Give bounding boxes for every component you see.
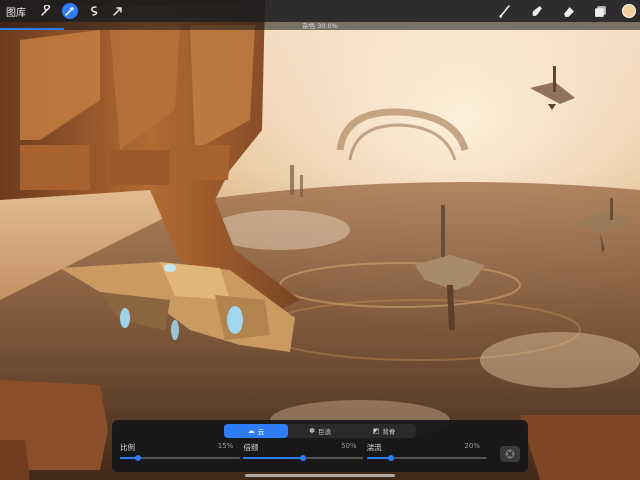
color-picker-swatch[interactable]	[622, 4, 636, 18]
smudge-icon[interactable]	[528, 3, 544, 19]
noise-type-tabs: ☁ 云 ✽ 巨浪 ◩ 背脊	[224, 424, 416, 438]
slider-knob[interactable]	[387, 455, 394, 461]
slider-value: 20%	[464, 442, 480, 450]
cloud-icon: ☁	[247, 427, 255, 435]
eraser-icon[interactable]	[560, 3, 576, 19]
ridge-icon: ◩	[372, 427, 380, 435]
slider-knob[interactable]	[300, 455, 307, 461]
slider-value: 15%	[217, 442, 234, 450]
slider-fill	[243, 457, 304, 459]
tab-cloud[interactable]: ☁ 云	[224, 424, 288, 438]
slider-label: 湍流	[366, 443, 382, 452]
wrench-icon[interactable]	[38, 3, 54, 19]
drawing-canvas[interactable]	[0, 0, 640, 480]
transform-arrow-icon[interactable]	[110, 3, 126, 19]
tab-label: 云	[257, 428, 265, 436]
status-text: 杂色 30.0%	[302, 22, 338, 30]
tab-ridge[interactable]: ◩ 背脊	[352, 424, 416, 438]
brush-icon[interactable]	[496, 3, 512, 19]
home-indicator	[245, 474, 395, 477]
tab-billow[interactable]: ✽ 巨浪	[288, 424, 352, 438]
selection-icon[interactable]	[86, 3, 102, 19]
slider-group: 比例 15% 倍频 50% 湍流 20%	[120, 442, 490, 464]
status-bar: 杂色 30.0%	[0, 22, 640, 30]
slider-label: 倍频	[243, 443, 259, 452]
tab-label: 巨浪	[317, 428, 331, 436]
slider-track[interactable]	[243, 455, 364, 461]
slider-label: 比例	[120, 443, 135, 452]
noise-adjustment-panel: ☁ 云 ✽ 巨浪 ◩ 背脊 比例 15% 倍频 50% 湍流 20%	[112, 420, 528, 472]
reset-button[interactable]	[500, 446, 520, 462]
slider-turbulence[interactable]: 湍流 20%	[366, 442, 487, 464]
slider-track[interactable]	[120, 455, 240, 461]
tab-label: 背脊	[382, 428, 396, 436]
progress-bar	[0, 28, 64, 30]
slider-knob[interactable]	[135, 455, 141, 461]
magic-wand-icon[interactable]	[62, 3, 78, 19]
slider-octaves[interactable]: 倍频 50%	[243, 442, 364, 464]
top-toolbar: 图库	[0, 0, 640, 22]
slider-scale[interactable]: 比例 15%	[120, 442, 240, 464]
slider-track[interactable]	[366, 455, 487, 461]
gallery-button[interactable]: 图库	[6, 4, 30, 19]
reset-icon	[505, 449, 515, 459]
billow-icon: ✽	[309, 427, 315, 435]
right-tool-group	[480, 0, 636, 22]
slider-value: 50%	[341, 442, 357, 450]
layers-icon[interactable]	[592, 3, 608, 19]
